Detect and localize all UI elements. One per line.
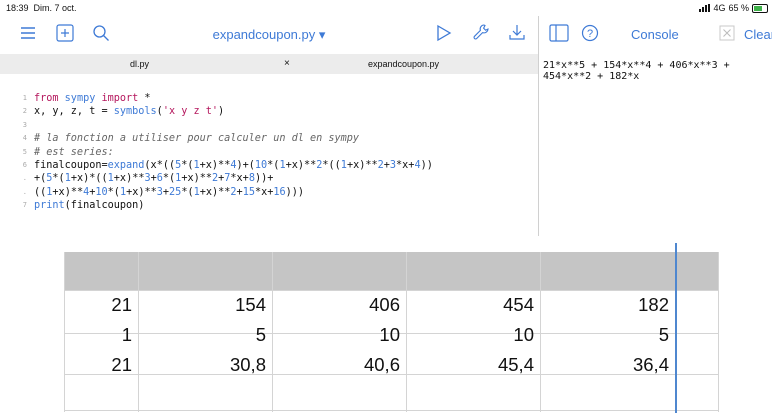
svg-text:?: ? <box>587 28 593 40</box>
line-number: 7 <box>22 201 27 210</box>
header-row <box>64 252 718 290</box>
column-gridline <box>718 252 719 412</box>
battery-percent: 65 % <box>728 3 749 13</box>
code-text: # est series: <box>34 146 114 158</box>
code-text: finalcoupon=expand(x*((5*(1+x)**4)+(10*(… <box>34 159 433 171</box>
code-line[interactable]: 6 finalcoupon=expand(x*((5*(1+x)**4)+(10*… <box>0 159 538 172</box>
code-text: from sympy import * <box>34 93 151 104</box>
table-cell[interactable]: 21 <box>64 354 132 376</box>
network-label: 4G <box>713 3 726 13</box>
editor-pane: expandcoupon.py ▾ dl.py × expandcoupon.p… <box>0 16 538 242</box>
line-number: 5 <box>22 147 27 156</box>
wrench-icon[interactable] <box>472 23 490 46</box>
code-text: ((1+x)**4+10*(1+x)**3+25*(1+x)**2+15*x+1… <box>34 186 305 198</box>
code-line[interactable]: . +(5*(1+x)*((1+x)**3+6*(1+x)**2+7*x+8))+ <box>0 172 538 185</box>
code-line[interactable]: . ((1+x)**4+10*(1+x)**3+25*(1+x)**2+15*x+… <box>0 186 538 199</box>
line-number: 4 <box>22 134 27 143</box>
line-number: . <box>22 187 27 196</box>
share-icon[interactable] <box>508 23 526 46</box>
help-icon[interactable]: ? <box>581 24 599 47</box>
status-time: 18:39 <box>6 3 29 13</box>
console-pane: ? Console Clear 21*x**5 + 154*x**4 + 406… <box>539 16 772 242</box>
table-cell[interactable]: 1 <box>64 324 132 346</box>
split-view-icon[interactable] <box>549 24 569 47</box>
table-cell[interactable]: 40,6 <box>272 354 400 376</box>
table-cell[interactable]: 406 <box>272 294 400 316</box>
line-number: 6 <box>22 160 27 169</box>
table-cell[interactable]: 10 <box>272 324 400 346</box>
table-cell[interactable]: 45,4 <box>406 354 534 376</box>
code-line[interactable]: 4 # la fonction a utiliser pour calculer … <box>0 132 538 145</box>
table-cell[interactable]: 30,8 <box>138 354 266 376</box>
table-cell[interactable]: 182 <box>540 294 669 316</box>
code-line[interactable]: 3 <box>0 119 538 132</box>
battery-icon <box>752 3 768 13</box>
status-date: Dim. 7 oct. <box>33 3 77 13</box>
table-cell[interactable]: 21 <box>64 294 132 316</box>
editor-toolbar: expandcoupon.py ▾ <box>0 16 538 52</box>
code-line[interactable]: 2 x, y, z, t = symbols('x y z t') <box>0 105 538 118</box>
table-cell[interactable]: 10 <box>406 324 534 346</box>
table-cell[interactable]: 454 <box>406 294 534 316</box>
column-resize-handle[interactable] <box>675 243 677 413</box>
file-title[interactable]: expandcoupon.py ▾ <box>0 27 538 43</box>
clear-button[interactable]: Clear <box>744 27 772 42</box>
code-text: +(5*(1+x)*((1+x)**3+6*(1+x)**2+7*x+8))+ <box>34 173 274 185</box>
code-text: # la fonction a utiliser pour calculer u… <box>34 133 360 145</box>
table-cell[interactable]: 5 <box>138 324 266 346</box>
tab-close-icon[interactable]: × <box>284 58 290 69</box>
code-line[interactable]: 5 # est series: <box>0 146 538 159</box>
code-text: x, y, z, t = symbols('x y z t') <box>34 106 225 118</box>
line-number: 2 <box>22 107 27 116</box>
play-icon[interactable] <box>436 24 452 47</box>
console-title: Console <box>631 27 679 42</box>
clear-x-icon[interactable] <box>719 25 735 46</box>
code-text: print(finalcoupon) <box>34 200 145 212</box>
tab-dl-py[interactable]: dl.py <box>130 59 149 69</box>
tab-bar: dl.py × expandcoupon.py <box>0 54 538 74</box>
line-number: 1 <box>22 94 27 102</box>
status-bar: 18:39 Dim. 7 oct. 4G 65 % <box>0 0 772 16</box>
table-cell[interactable]: 36,4 <box>540 354 669 376</box>
console-output: 21*x**5 + 154*x**4 + 406*x**3 + 454*x**2… <box>543 60 736 82</box>
spreadsheet: 21 154 406 454 182 1 5 10 10 5 21 30,8 40,6 45,4 36,4 <box>0 243 772 413</box>
signal-icon <box>699 4 711 12</box>
table-cell[interactable]: 5 <box>540 324 669 346</box>
row-gridline <box>64 290 718 291</box>
line-number: . <box>22 174 27 183</box>
code-line[interactable]: 1 from sympy import * <box>0 92 538 105</box>
tab-expandcoupon-py[interactable]: expandcoupon.py <box>368 59 439 69</box>
code-line[interactable]: 7 print(finalcoupon) <box>0 199 538 212</box>
line-number: 3 <box>22 120 27 129</box>
code-editor[interactable]: 1 from sympy import * 2 x, y, z, t = symbol… <box>0 92 538 213</box>
table-cell[interactable]: 154 <box>138 294 266 316</box>
row-gridline <box>64 410 718 411</box>
